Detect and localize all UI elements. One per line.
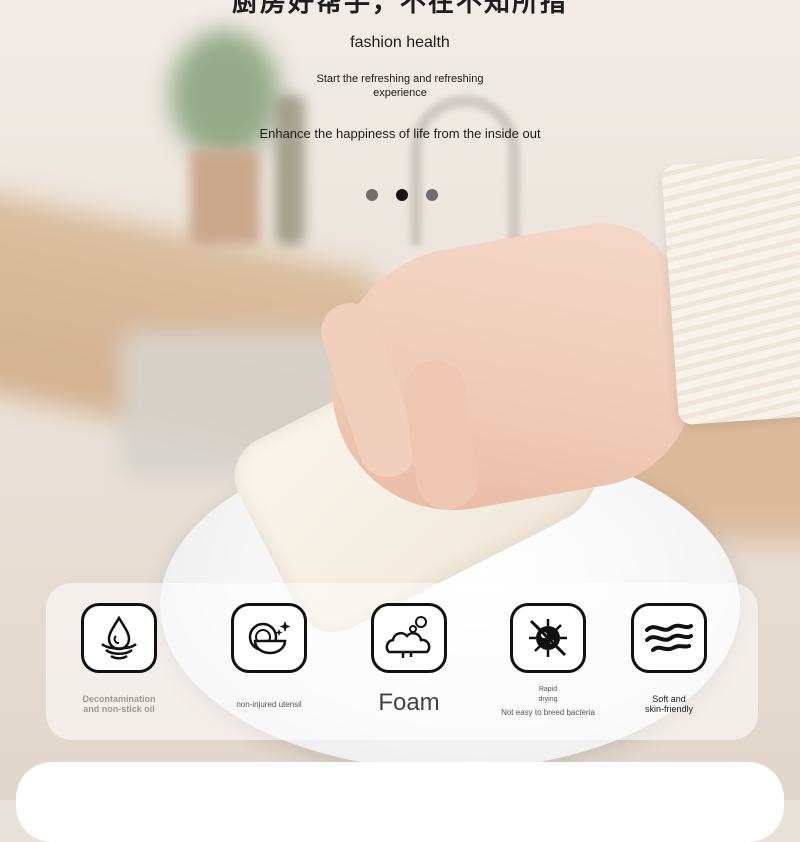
feature-decontamination: Decontamination and non-stick oil <box>59 603 179 714</box>
description-line: Start the refreshing and refreshing <box>316 73 484 85</box>
dishes-sparkle-icon <box>231 603 307 673</box>
feature-label: Soft and <box>652 694 686 704</box>
feature-label: Foam <box>378 689 440 716</box>
headline-chinese: 厨房好帮手，不在不知所措 <box>231 0 568 17</box>
no-bacteria-icon <box>510 603 586 673</box>
tagline: Enhance the happiness of life from the i… <box>259 126 541 141</box>
carousel-dot[interactable] <box>426 189 438 201</box>
feature-non-injured: non-injured utensil <box>209 603 329 710</box>
carousel-dot-active[interactable] <box>396 189 408 201</box>
description: Start the refreshing and refreshing expe… <box>0 72 800 100</box>
feature-label: skin-friendly <box>644 704 693 714</box>
feature-no-bacteria: Rapid drying Not easy to breed bacteria <box>488 603 608 718</box>
subtitle: fashion health <box>350 34 450 51</box>
feature-foam: Foam <box>349 603 469 717</box>
foam-bubbles-icon <box>371 603 447 673</box>
feature-label: and non-stick oil <box>83 704 155 714</box>
feature-label: drying <box>538 696 558 703</box>
carousel-dot[interactable] <box>366 189 378 201</box>
feature-label: Decontamination <box>82 694 156 704</box>
soft-waves-icon <box>631 603 707 673</box>
feature-soft: Soft and skin-friendly <box>609 603 729 714</box>
bottom-card <box>16 762 784 842</box>
description-line: experience <box>373 87 427 99</box>
feature-label: Not easy to breed bacteria <box>501 708 595 717</box>
sweater-sleeve <box>661 154 800 426</box>
feature-label: non-injured utensil <box>236 700 302 709</box>
feature-label: Rapid <box>538 686 558 693</box>
carousel-indicator <box>366 189 438 201</box>
water-drop-decontamination-icon <box>81 603 157 673</box>
